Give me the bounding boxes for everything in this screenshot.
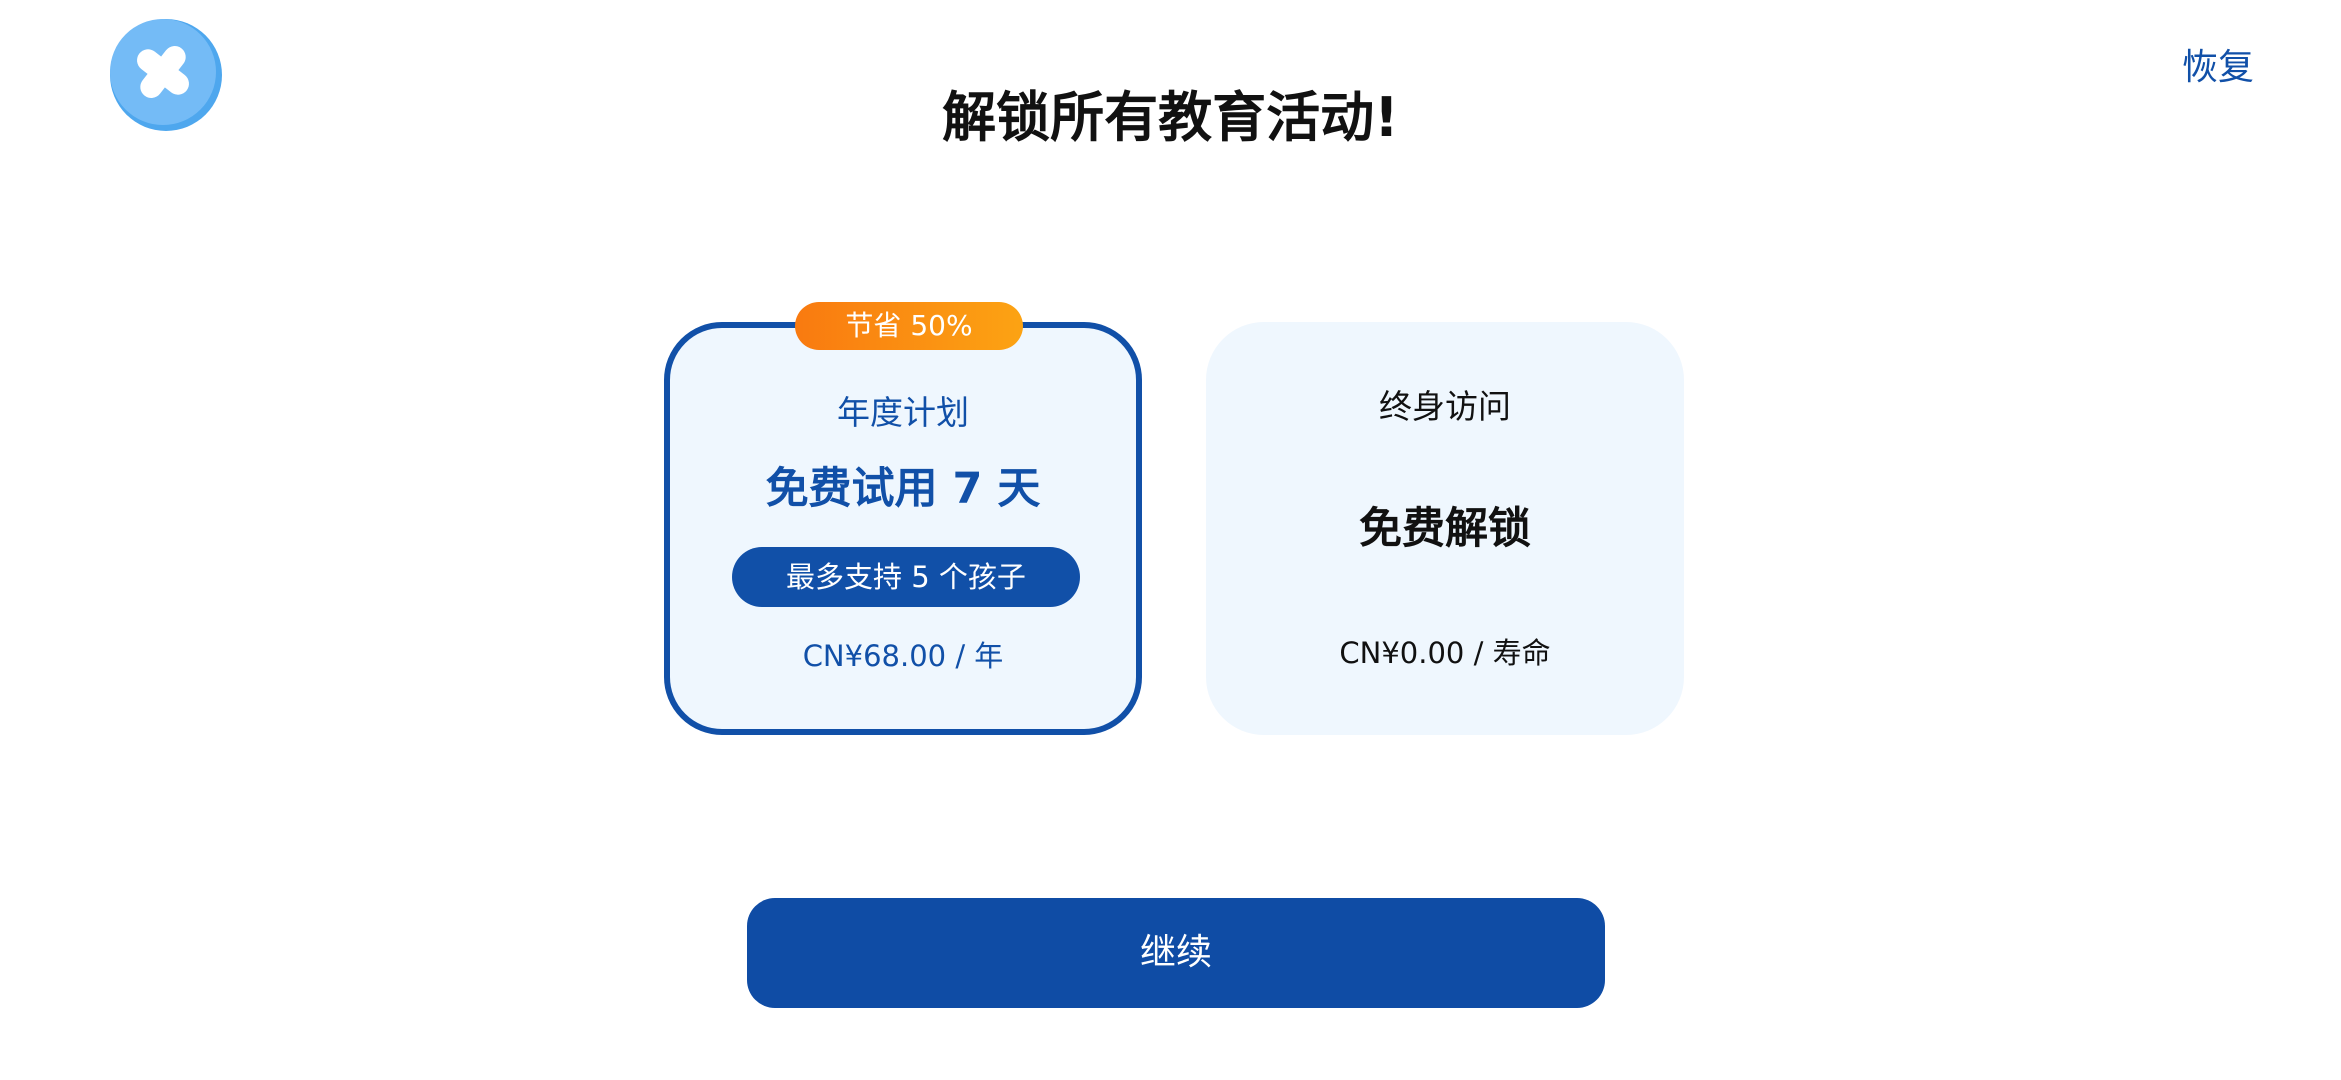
- plan-label: 年度计划: [837, 393, 969, 432]
- plan-headline: 免费解锁: [1359, 504, 1531, 554]
- plan-label: 终身访问: [1379, 387, 1511, 426]
- savings-badge: 节省 50%: [795, 302, 1023, 350]
- plan-card-annual[interactable]: 节省 50% 年度计划 免费试用 7 天 最多支持 5 个孩子 CN¥68.00…: [664, 302, 1142, 735]
- plan-price: CN¥0.00 / 寿命: [1339, 636, 1551, 670]
- plan-price: CN¥68.00 / 年: [802, 639, 1004, 673]
- paywall-screen: 恢复 解锁所有教育活动! 节省 50% 年度计划 免费试用 7 天 最多支持 5…: [0, 0, 2341, 1080]
- plan-card-lifetime[interactable]: 终身访问 免费解锁 CN¥0.00 / 寿命: [1206, 322, 1684, 735]
- page-title: 解锁所有教育活动!: [942, 86, 1399, 149]
- continue-button[interactable]: 继续: [747, 898, 1605, 1008]
- plan-headline: 免费试用 7 天: [765, 464, 1041, 514]
- kids-limit-pill: 最多支持 5 个孩子: [732, 547, 1080, 607]
- restore-purchases-link[interactable]: 恢复: [2182, 50, 2254, 86]
